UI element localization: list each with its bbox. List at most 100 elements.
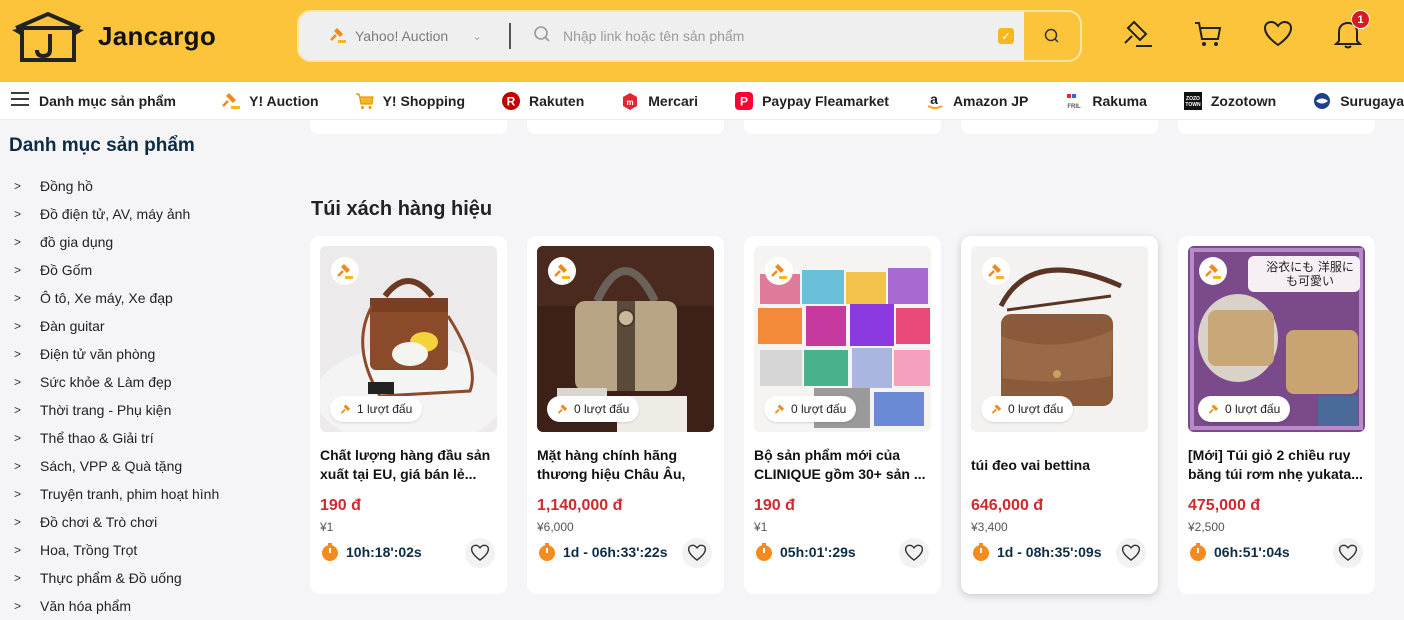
rakuten-logo-icon: R bbox=[501, 91, 521, 111]
product-image[interactable]: 1 lượt đấu bbox=[320, 246, 497, 432]
stopwatch-icon bbox=[756, 543, 772, 561]
nav-link-label: Zozotown bbox=[1210, 92, 1277, 109]
product-image[interactable]: 0 lượt đấu bbox=[971, 246, 1148, 432]
auction-badge-icon bbox=[1199, 257, 1227, 285]
product-title[interactable]: Mặt hàng chính hãng thương hiệu Châu Âu,… bbox=[537, 446, 717, 484]
nav-link-amazon[interactable]: a Amazon JP bbox=[925, 91, 1028, 111]
sidebar-item-label: Đàn guitar bbox=[40, 318, 105, 334]
product-price-yen: ¥6,000 bbox=[537, 520, 574, 534]
sidebar-item[interactable]: > Điện tử văn phòng bbox=[14, 340, 219, 368]
sidebar-item[interactable]: > Thể thao & Giải trí bbox=[14, 424, 219, 452]
product-price-yen: ¥2,500 bbox=[1188, 520, 1225, 534]
sidebar-item-label: Đồ chơi & Trò chơi bbox=[40, 514, 158, 530]
search-input[interactable] bbox=[563, 28, 983, 44]
chevron-right-icon: > bbox=[14, 291, 22, 305]
product-image[interactable]: 0 lượt đấu bbox=[537, 246, 714, 432]
translate-checkbox[interactable]: ✓ bbox=[998, 28, 1014, 44]
wishlist-heart-icon[interactable] bbox=[1262, 14, 1294, 54]
rakuma-logo-icon: FRIL bbox=[1064, 91, 1084, 111]
marketplace-nav: Danh mục sản phẩm Y! Auction Y! Shopping… bbox=[0, 82, 1404, 120]
gavel-icon bbox=[221, 91, 241, 111]
sidebar-item[interactable]: > Đồ chơi & Trò chơi bbox=[14, 508, 219, 536]
sidebar-item-label: Truyện tranh, phim hoạt hình bbox=[40, 486, 220, 502]
sidebar-item[interactable]: > Đồ Gốm bbox=[14, 256, 219, 284]
product-card[interactable]: 1 lượt đấu Chất lượng hàng đầu sản xuất … bbox=[310, 236, 507, 594]
product-image[interactable]: 浴衣にも 洋服にも可愛い 0 lượt đấu bbox=[1188, 246, 1365, 432]
sidebar-item-label: Thực phẩm & Đồ uống bbox=[40, 570, 182, 586]
product-card[interactable]: 浴衣にも 洋服にも可愛い 0 lượt đấu [Mới] Túi giỏ 2 … bbox=[1178, 236, 1375, 594]
sidebar-item-label: Hoa, Trồng Trọt bbox=[40, 542, 138, 558]
sidebar-item-label: Sức khỏe & Làm đẹp bbox=[40, 374, 172, 390]
category-menu-label: Danh mục sản phẩm bbox=[39, 92, 176, 109]
box-logo-icon bbox=[10, 10, 86, 62]
product-price: 190 đ bbox=[754, 497, 795, 514]
sidebar-item[interactable]: > Sức khỏe & Làm đẹp bbox=[14, 368, 219, 396]
product-price: 1,140,000 đ bbox=[537, 497, 623, 514]
nav-link-y-auction[interactable]: Y! Auction bbox=[221, 91, 319, 111]
chevron-right-icon: > bbox=[14, 263, 22, 277]
nav-link-rakuten[interactable]: R Rakuten bbox=[501, 91, 584, 111]
sidebar-item-label: Đồng hồ bbox=[40, 178, 93, 194]
svg-text:P: P bbox=[740, 94, 748, 108]
product-card[interactable]: 0 lượt đấu Mặt hàng chính hãng thương hi… bbox=[527, 236, 724, 594]
favorite-heart-icon[interactable] bbox=[682, 538, 712, 568]
marketplace-links: Y! Auction Y! Shopping R Rakuten m Merca… bbox=[221, 91, 1404, 111]
nav-link-zozotown[interactable]: ZOZO TOWN Zozotown bbox=[1183, 91, 1276, 111]
product-title[interactable]: túi đeo vai bettina bbox=[971, 456, 1151, 494]
sidebar-item[interactable]: > Thời trang - Phụ kiện bbox=[14, 396, 219, 424]
category-menu-toggle[interactable]: Danh mục sản phẩm bbox=[0, 92, 221, 109]
sidebar-item[interactable]: > Sách, VPP & Quà tặng bbox=[14, 452, 219, 480]
stopwatch-icon bbox=[1190, 543, 1206, 561]
sidebar-item[interactable]: > đồ gia dụng bbox=[14, 228, 219, 256]
bid-count-label: 1 lượt đấu bbox=[357, 402, 413, 416]
nav-link-surugaya[interactable]: Surugaya bbox=[1312, 91, 1404, 111]
favorite-heart-icon[interactable] bbox=[1333, 538, 1363, 568]
gavel-icon bbox=[774, 403, 785, 414]
sidebar-item[interactable]: > Ô tô, Xe máy, Xe đạp bbox=[14, 284, 219, 312]
search-button[interactable] bbox=[1024, 12, 1080, 60]
favorite-heart-icon[interactable] bbox=[899, 538, 929, 568]
top-header: Jancargo Yahoo! Auction ⌄ ✓ bbox=[0, 0, 1404, 82]
product-card[interactable]: 0 lượt đấu Bộ sản phẩm mới của CLINIQUE … bbox=[744, 236, 941, 594]
logo[interactable]: Jancargo bbox=[10, 10, 216, 62]
bid-count-label: 0 lượt đấu bbox=[1008, 402, 1064, 416]
auction-badge-icon bbox=[765, 257, 793, 285]
nav-link-mercari[interactable]: m Mercari bbox=[620, 91, 698, 111]
cart-icon[interactable] bbox=[1192, 14, 1224, 54]
sidebar-item[interactable]: > Văn hóa phẩm bbox=[14, 592, 219, 620]
auction-bid-icon[interactable] bbox=[1122, 14, 1154, 54]
chevron-right-icon: > bbox=[14, 431, 22, 445]
sidebar-item[interactable]: > Truyện tranh, phim hoạt hình bbox=[14, 480, 219, 508]
site-select[interactable]: Yahoo! Auction ⌄ bbox=[299, 12, 509, 60]
nav-link-label: Y! Auction bbox=[249, 92, 319, 109]
notification-badge: 1 bbox=[1351, 10, 1370, 29]
sidebar-item[interactable]: > Thực phẩm & Đồ uống bbox=[14, 564, 219, 592]
product-title[interactable]: [Mới] Túi giỏ 2 chiều ruy băng túi rơm n… bbox=[1188, 446, 1368, 484]
favorite-heart-icon[interactable] bbox=[465, 538, 495, 568]
favorite-heart-icon[interactable] bbox=[1116, 538, 1146, 568]
sidebar-item[interactable]: > Hoa, Trồng Trọt bbox=[14, 536, 219, 564]
chevron-right-icon: > bbox=[14, 319, 22, 333]
sidebar-item[interactable]: > Đồng hồ bbox=[14, 172, 219, 200]
product-title[interactable]: Chất lượng hàng đầu sản xuất tại EU, giá… bbox=[320, 446, 500, 484]
nav-link-paypay[interactable]: P Paypay Fleamarket bbox=[734, 91, 889, 111]
chevron-right-icon: > bbox=[14, 403, 22, 417]
chevron-right-icon: > bbox=[14, 487, 22, 501]
nav-link-rakuma[interactable]: FRIL Rakuma bbox=[1064, 91, 1147, 111]
site-select-label: Yahoo! Auction bbox=[355, 28, 449, 44]
sidebar-item[interactable]: > Đồ điện tử, AV, máy ảnh bbox=[14, 200, 219, 228]
gavel-icon bbox=[340, 403, 351, 414]
sidebar-item[interactable]: > Đàn guitar bbox=[14, 312, 219, 340]
product-grid: 1 lượt đấu Chất lượng hàng đầu sản xuất … bbox=[310, 236, 1375, 594]
paypay-logo-icon: P bbox=[734, 91, 754, 111]
chevron-right-icon: > bbox=[14, 235, 22, 249]
product-image[interactable]: 0 lượt đấu bbox=[754, 246, 931, 432]
product-title[interactable]: Bộ sản phẩm mới của CLINIQUE gồm 30+ sản… bbox=[754, 446, 934, 484]
surugaya-logo-icon bbox=[1312, 91, 1332, 111]
product-card[interactable]: 0 lượt đấu túi đeo vai bettina 646,000 đ… bbox=[961, 236, 1158, 594]
nav-link-y-shopping[interactable]: Y! Shopping bbox=[355, 91, 465, 111]
notification-bell-icon[interactable]: 1 bbox=[1332, 10, 1370, 54]
gavel-icon bbox=[991, 403, 1002, 414]
chevron-right-icon: > bbox=[14, 459, 22, 473]
countdown-label: 1d - 08h:35':09s bbox=[997, 544, 1102, 560]
